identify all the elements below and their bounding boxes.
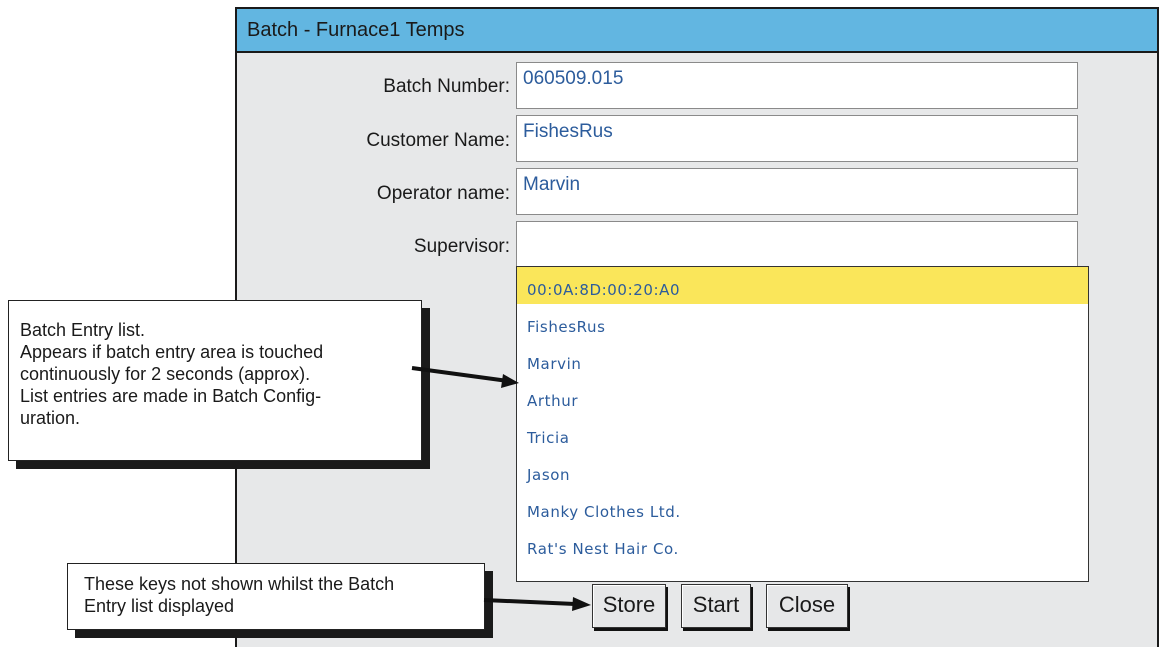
arrow-to-list-icon: [411, 366, 519, 388]
arrow-to-buttons-icon: [483, 597, 591, 611]
callout-arrows: [411, 366, 591, 611]
